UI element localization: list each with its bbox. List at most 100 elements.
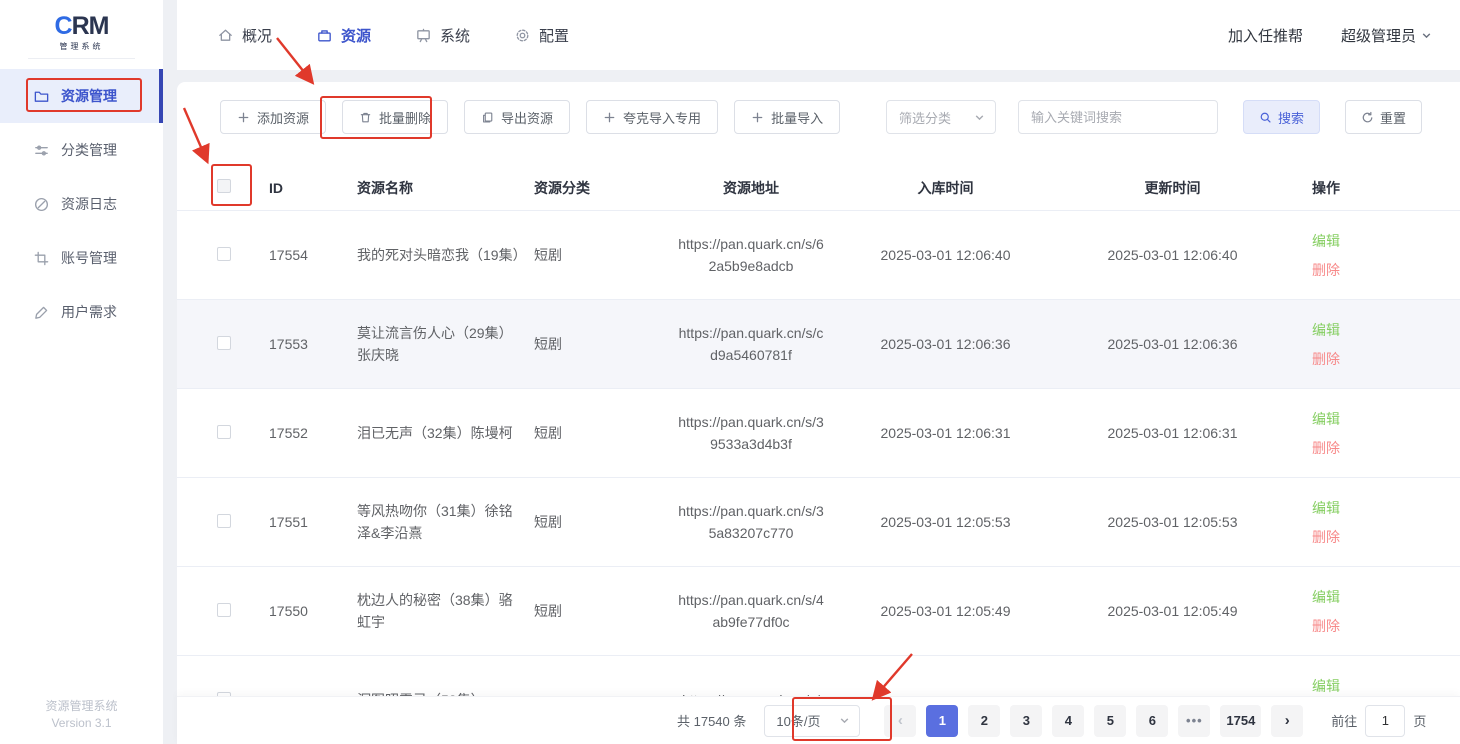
reset-button[interactable]: 重置 <box>1345 100 1422 134</box>
select-placeholder: 筛选分类 <box>899 108 951 127</box>
cell-category: 短剧 <box>534 601 664 621</box>
row-checkbox-cell <box>217 514 257 531</box>
cell-category: 短剧 <box>534 423 664 443</box>
plus-icon <box>603 111 616 124</box>
row-checkbox[interactable] <box>217 425 231 439</box>
page-button-4[interactable]: 4 <box>1052 705 1084 737</box>
row-checkbox[interactable] <box>217 514 231 528</box>
search-icon <box>1259 111 1272 124</box>
add-resource-button[interactable]: 添加资源 <box>220 100 326 134</box>
cell-updated-time: 2025-03-01 12:06:40 <box>1065 247 1280 263</box>
export-icon <box>481 111 494 124</box>
row-checkbox[interactable] <box>217 603 231 617</box>
pager-ellipsis[interactable]: ••• <box>1178 705 1210 737</box>
goto-page: 前往 页 <box>1331 705 1426 737</box>
delete-link[interactable]: 删除 <box>1312 438 1402 458</box>
sidebar-item-resource-management[interactable]: 资源管理 <box>0 69 163 123</box>
cell-created-time: 2025-03-01 12:06:31 <box>838 425 1053 441</box>
trash-icon <box>359 111 372 124</box>
page-button-2[interactable]: 2 <box>968 705 1000 737</box>
cell-actions: 编辑删除 <box>1292 498 1402 547</box>
table-row: 17554我的死对头暗恋我（19集）短剧https://pan.quark.cn… <box>177 211 1460 300</box>
cell-actions: 编辑删除 <box>1292 320 1402 369</box>
total-count: 共 17540 条 <box>677 711 746 730</box>
button-label: 重置 <box>1380 108 1406 127</box>
edit-link[interactable]: 编辑 <box>1312 409 1402 429</box>
tab-config[interactable]: 配置 <box>514 25 569 46</box>
sidebar: CRM 管理系统 资源管理 分类管理 资源日志 <box>0 0 163 744</box>
sidebar-item-resource-log[interactable]: 资源日志 <box>0 177 163 231</box>
table-row: 17551等风热吻你（31集）徐铭泽&李沿熹短剧https://pan.quar… <box>177 478 1460 567</box>
app-window: CRM 管理系统 资源管理 分类管理 资源日志 <box>0 0 1460 744</box>
prev-page-button[interactable]: ‹ <box>884 705 916 737</box>
table-row: 17552泪已无声（32集）陈墁柯短剧https://pan.quark.cn/… <box>177 389 1460 478</box>
sidebar-item-user-demand[interactable]: 用户需求 <box>0 285 163 339</box>
row-checkbox[interactable] <box>217 247 231 261</box>
column-header-actions: 操作 <box>1292 178 1402 198</box>
table-row: 17553莫让流言伤人心（29集）张庆晓短剧https://pan.quark.… <box>177 300 1460 389</box>
quark-import-button[interactable]: 夸克导入专用 <box>586 100 718 134</box>
cell-created-time: 2025-03-01 12:06:36 <box>838 336 1053 352</box>
page-size-select[interactable]: 10条/页 <box>764 705 860 737</box>
goto-page-input[interactable] <box>1365 705 1405 737</box>
pager-pages: 123456 ••• 1754 <box>926 705 1261 737</box>
button-label: 夸克导入专用 <box>623 108 701 127</box>
delete-link[interactable]: 删除 <box>1312 527 1402 547</box>
batch-import-button[interactable]: 批量导入 <box>734 100 840 134</box>
toolbar: 添加资源 批量删除 导出资源 夸克导入专用 批量导入 筛选分类 <box>220 100 1422 134</box>
chevron-down-icon <box>839 715 850 726</box>
search-button[interactable]: 搜索 <box>1243 100 1320 134</box>
sidebar-item-label: 资源管理 <box>61 86 117 106</box>
page-button-1754[interactable]: 1754 <box>1220 705 1261 737</box>
batch-delete-button[interactable]: 批量删除 <box>342 100 448 134</box>
edit-link[interactable]: 编辑 <box>1312 231 1402 251</box>
row-checkbox-cell <box>217 425 257 442</box>
keyword-search-input[interactable] <box>1018 100 1218 134</box>
filter-controls: 筛选分类 搜索 重置 <box>886 100 1422 134</box>
tab-label: 概况 <box>242 25 272 46</box>
column-header-category: 资源分类 <box>534 178 664 198</box>
sidebar-item-category-management[interactable]: 分类管理 <box>0 123 163 177</box>
cell-id: 17550 <box>269 603 345 619</box>
refresh-icon <box>1361 111 1374 124</box>
app-version: 资源管理系统 Version 3.1 <box>0 698 163 732</box>
goto-label: 前往 <box>1331 711 1357 730</box>
delete-link[interactable]: 删除 <box>1312 260 1402 280</box>
row-checkbox[interactable] <box>217 336 231 350</box>
logo-subtitle: 管理系统 <box>60 41 104 52</box>
edit-link[interactable]: 编辑 <box>1312 676 1402 696</box>
sidebar-item-label: 分类管理 <box>61 140 117 160</box>
cell-category: 短剧 <box>534 334 664 354</box>
page-button-6[interactable]: 6 <box>1136 705 1168 737</box>
delete-link[interactable]: 删除 <box>1312 616 1402 636</box>
sidebar-item-account-management[interactable]: 账号管理 <box>0 231 163 285</box>
tab-label: 系统 <box>440 25 470 46</box>
tab-system[interactable]: 系统 <box>415 25 470 46</box>
tab-overview[interactable]: 概况 <box>217 25 272 46</box>
delete-link[interactable]: 删除 <box>1312 349 1402 369</box>
edit-link[interactable]: 编辑 <box>1312 498 1402 518</box>
page-button-5[interactable]: 5 <box>1094 705 1126 737</box>
edit-link[interactable]: 编辑 <box>1312 587 1402 607</box>
table-header-row: ID 资源名称 资源分类 资源地址 入库时间 更新时间 操作 <box>177 165 1460 211</box>
button-label: 批量导入 <box>771 108 823 127</box>
select-all-checkbox[interactable] <box>217 179 231 193</box>
edit-link[interactable]: 编辑 <box>1312 320 1402 340</box>
page-button-3[interactable]: 3 <box>1010 705 1042 737</box>
page-button-1[interactable]: 1 <box>926 705 958 737</box>
main-card: 添加资源 批量删除 导出资源 夸克导入专用 批量导入 筛选分类 <box>177 82 1460 744</box>
plus-icon <box>237 111 250 124</box>
user-menu[interactable]: 超级管理员 <box>1341 25 1432 46</box>
circle-slash-icon <box>33 196 50 213</box>
next-page-button[interactable]: › <box>1271 705 1303 737</box>
category-filter-select[interactable]: 筛选分类 <box>886 100 996 134</box>
divider <box>28 58 135 59</box>
join-promo-link[interactable]: 加入任推帮 <box>1228 25 1303 46</box>
tab-resources[interactable]: 资源 <box>316 25 371 46</box>
pen-icon <box>33 304 50 321</box>
export-resource-button[interactable]: 导出资源 <box>464 100 570 134</box>
pagination-bar: 共 17540 条 10条/页 ‹ 123456 ••• 1754 › 前往 页 <box>177 696 1460 744</box>
cell-resource-name: 莫让流言伤人心（29集）张庆晓 <box>357 322 522 366</box>
goto-suffix: 页 <box>1413 711 1426 730</box>
pager: ‹ 123456 ••• 1754 › <box>884 705 1303 737</box>
